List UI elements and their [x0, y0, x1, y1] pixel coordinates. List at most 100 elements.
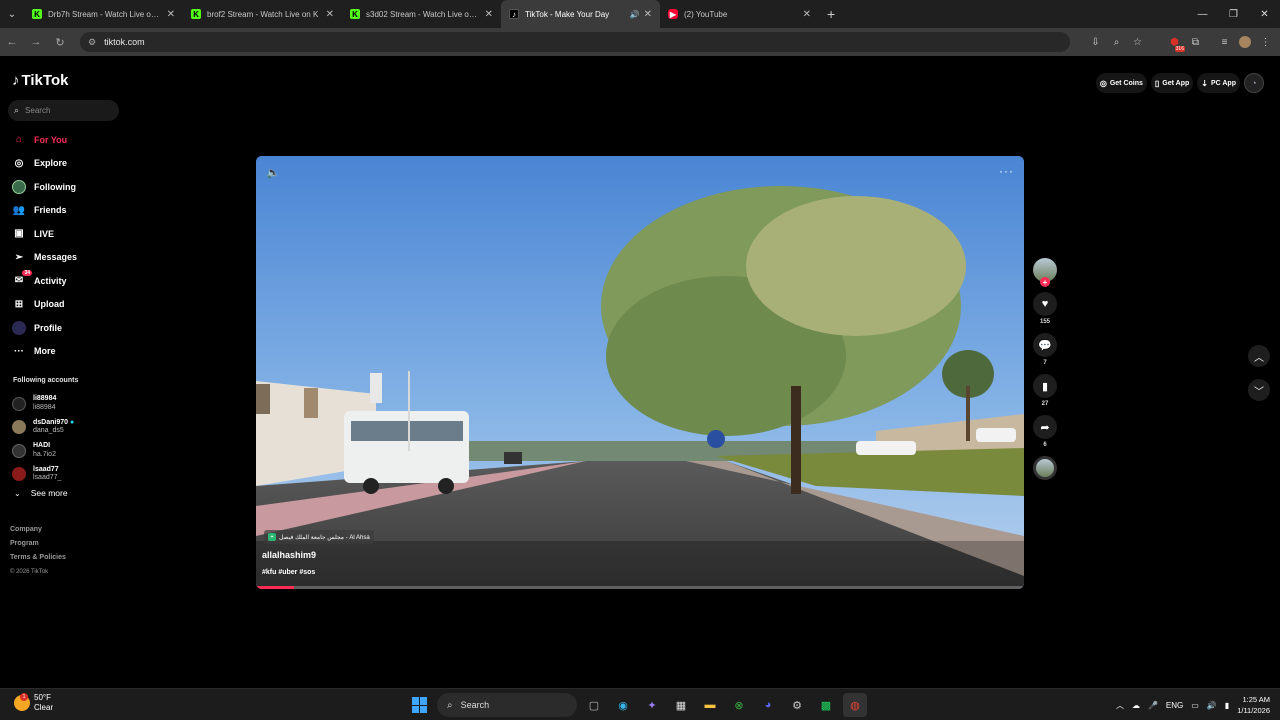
- sidebar-item-for-you[interactable]: ⌂ For You: [12, 128, 77, 152]
- tray-chevron-up-icon[interactable]: ︿: [1116, 700, 1124, 711]
- settings-icon[interactable]: ⚙: [785, 693, 809, 717]
- footer-link-company[interactable]: Company: [10, 523, 66, 537]
- tab-search-icon[interactable]: ⌄: [0, 0, 24, 28]
- forward-icon[interactable]: →: [24, 28, 48, 56]
- back-icon[interactable]: ←: [0, 28, 24, 56]
- task-view-icon[interactable]: ▢: [582, 693, 606, 717]
- video-progress-bar[interactable]: [256, 586, 1024, 589]
- sidebar-item-upload[interactable]: ⊞ Upload: [12, 293, 77, 317]
- file-explorer-icon[interactable]: ▬: [698, 693, 722, 717]
- browser-tab-3[interactable]: K s3d02 Stream - Watch Live on K ✕: [342, 0, 501, 28]
- footer-link-program[interactable]: Program: [10, 537, 66, 551]
- account-item[interactable]: lsaad77 lsaad77_: [12, 463, 74, 487]
- discord-icon[interactable]: ◕: [756, 693, 780, 717]
- speaker-icon[interactable]: 🔊: [630, 10, 640, 19]
- sidebar-item-following[interactable]: Following: [12, 175, 77, 199]
- browser-tab-1[interactable]: K Drb7h Stream - Watch Live on K ✕: [24, 0, 183, 28]
- account-item[interactable]: li88984 li88984: [12, 392, 74, 416]
- sidebar-item-profile[interactable]: Profile: [12, 316, 77, 340]
- more-icon: ···: [14, 345, 24, 357]
- xbox-icon[interactable]: ⊗: [727, 693, 751, 717]
- video-author[interactable]: allalhashim9: [262, 550, 316, 560]
- search-input[interactable]: ⌕ Search: [8, 100, 119, 121]
- comment-icon[interactable]: 💬: [1033, 333, 1057, 357]
- browser-menu-icon[interactable]: ⋮: [1255, 32, 1276, 52]
- install-app-icon[interactable]: ⇩: [1085, 32, 1106, 52]
- account-item[interactable]: HADI ha.7io2: [12, 439, 74, 463]
- creator-avatar[interactable]: +: [1033, 258, 1057, 287]
- browser-tab-4[interactable]: ♪ TikTok - Make Your Day 🔊 ✕: [501, 0, 660, 28]
- browser-tab-5[interactable]: ▶ (2) YouTube ✕: [660, 0, 819, 28]
- video-hashtags[interactable]: #kfu #uber #sos: [262, 569, 315, 576]
- profile-avatar-icon[interactable]: [1239, 36, 1251, 48]
- tab-close-icon[interactable]: ✕: [167, 9, 175, 20]
- url-field[interactable]: ⚙ tiktok.com: [80, 32, 1070, 52]
- get-app-button[interactable]: ▯ Get App: [1150, 73, 1194, 93]
- share-arrow-icon[interactable]: ➦: [1033, 415, 1057, 439]
- sidebar-item-live[interactable]: ▣ LIVE: [12, 222, 77, 246]
- video-actions: + ♥ 155 💬 7 ▮ 27 ➦ 6: [1032, 258, 1058, 480]
- store-icon[interactable]: ▦: [669, 693, 693, 717]
- location-tag[interactable]: ⌖ مجلس جامعة الملك فيصل - Al Ahsa: [264, 530, 374, 544]
- language-indicator[interactable]: ENG: [1166, 701, 1183, 710]
- browser-tab-2[interactable]: K brof2 Stream - Watch Live on K ✕: [183, 0, 342, 28]
- tab-close-icon[interactable]: ✕: [803, 9, 811, 20]
- sidebar-item-explore[interactable]: ◎ Explore: [12, 152, 77, 176]
- extension-badge: 316: [1174, 46, 1185, 52]
- sidebar-item-more[interactable]: ··· More: [12, 340, 77, 364]
- copilot-icon[interactable]: ✦: [640, 693, 664, 717]
- media-controls-icon[interactable]: ≡: [1214, 32, 1235, 52]
- volume-icon[interactable]: 🔊: [1207, 701, 1217, 710]
- tab-close-icon[interactable]: ✕: [326, 9, 334, 20]
- chevron-down-icon[interactable]: ﹀: [1248, 379, 1270, 401]
- bookmark-star-icon[interactable]: ☆: [1127, 32, 1148, 52]
- site-info-icon[interactable]: ⚙: [88, 37, 96, 48]
- minimize-icon[interactable]: —: [1187, 0, 1218, 28]
- new-tab-button[interactable]: +: [827, 6, 835, 22]
- pc-app-button[interactable]: ⇣ PC App: [1197, 73, 1240, 93]
- reload-icon[interactable]: ↻: [48, 28, 72, 56]
- taskbar-search[interactable]: ⌕ Search: [437, 693, 577, 717]
- tab-title: s3d02 Stream - Watch Live on K: [366, 9, 481, 19]
- close-window-icon[interactable]: ✕: [1249, 0, 1280, 28]
- onedrive-icon[interactable]: ☁: [1132, 701, 1140, 710]
- footer-link-terms[interactable]: Terms & Policies: [10, 551, 66, 565]
- volume-icon[interactable]: 🔈: [266, 166, 280, 179]
- home-icon: ⌂: [15, 134, 23, 146]
- puzzle-extensions-icon[interactable]: ⧉: [1185, 32, 1206, 52]
- chevron-up-icon[interactable]: ︿: [1248, 345, 1270, 367]
- weather-widget[interactable]: 1 50°F Clear: [14, 693, 53, 713]
- edge-icon[interactable]: ◉: [611, 693, 635, 717]
- tiktok-logo[interactable]: ♪ TikTok: [12, 72, 68, 89]
- chrome-icon[interactable]: ◍: [843, 693, 867, 717]
- sun-icon: 1: [14, 693, 30, 711]
- bookmark-icon[interactable]: ▮: [1033, 374, 1057, 398]
- download-icon: ⇣: [1201, 78, 1208, 88]
- sidebar-item-activity[interactable]: ✉ 34 Activity: [12, 269, 77, 293]
- see-more-button[interactable]: ⌄ See more: [14, 488, 68, 498]
- get-coins-button[interactable]: ◎ Get Coins: [1095, 73, 1147, 93]
- windows-start-icon[interactable]: [408, 693, 432, 717]
- zoom-icon[interactable]: ⌕: [1106, 32, 1127, 52]
- sound-disc-icon[interactable]: [1033, 456, 1057, 480]
- account-item[interactable]: dsDani970 ● dana_ds5: [12, 416, 74, 440]
- spotify-icon[interactable]: ▩: [814, 693, 838, 717]
- address-bar-row: ← → ↻ ⚙ tiktok.com ⇩ ⌕ ☆ ⬢ 316 ⧉ ≡ ⋮: [0, 28, 1280, 56]
- tab-close-icon[interactable]: ✕: [644, 9, 652, 20]
- maximize-icon[interactable]: ❐: [1218, 0, 1249, 28]
- like-heart-icon[interactable]: ♥: [1033, 292, 1057, 316]
- clock[interactable]: 1:25 AM 1/11/2026: [1237, 694, 1270, 716]
- sidebar-item-friends[interactable]: 👥 Friends: [12, 199, 77, 223]
- tab-close-icon[interactable]: ✕: [485, 9, 493, 20]
- more-options-icon[interactable]: ···: [999, 164, 1014, 178]
- microphone-icon[interactable]: 🎤: [1148, 701, 1158, 710]
- network-icon[interactable]: ▭: [1191, 701, 1199, 710]
- nav-label: Following: [34, 181, 76, 192]
- user-avatar[interactable]: ◔: [1244, 73, 1264, 93]
- battery-icon[interactable]: ▮: [1225, 701, 1229, 710]
- follow-plus-icon[interactable]: +: [1040, 277, 1050, 287]
- video-player[interactable]: 🔈 ··· ⌖ مجلس جامعة الملك فيصل - Al Ahsa …: [256, 156, 1024, 589]
- sidebar-item-messages[interactable]: ➢ Messages: [12, 246, 77, 270]
- avatar: [12, 420, 26, 435]
- extension-icon[interactable]: ⬢ 316: [1164, 32, 1185, 52]
